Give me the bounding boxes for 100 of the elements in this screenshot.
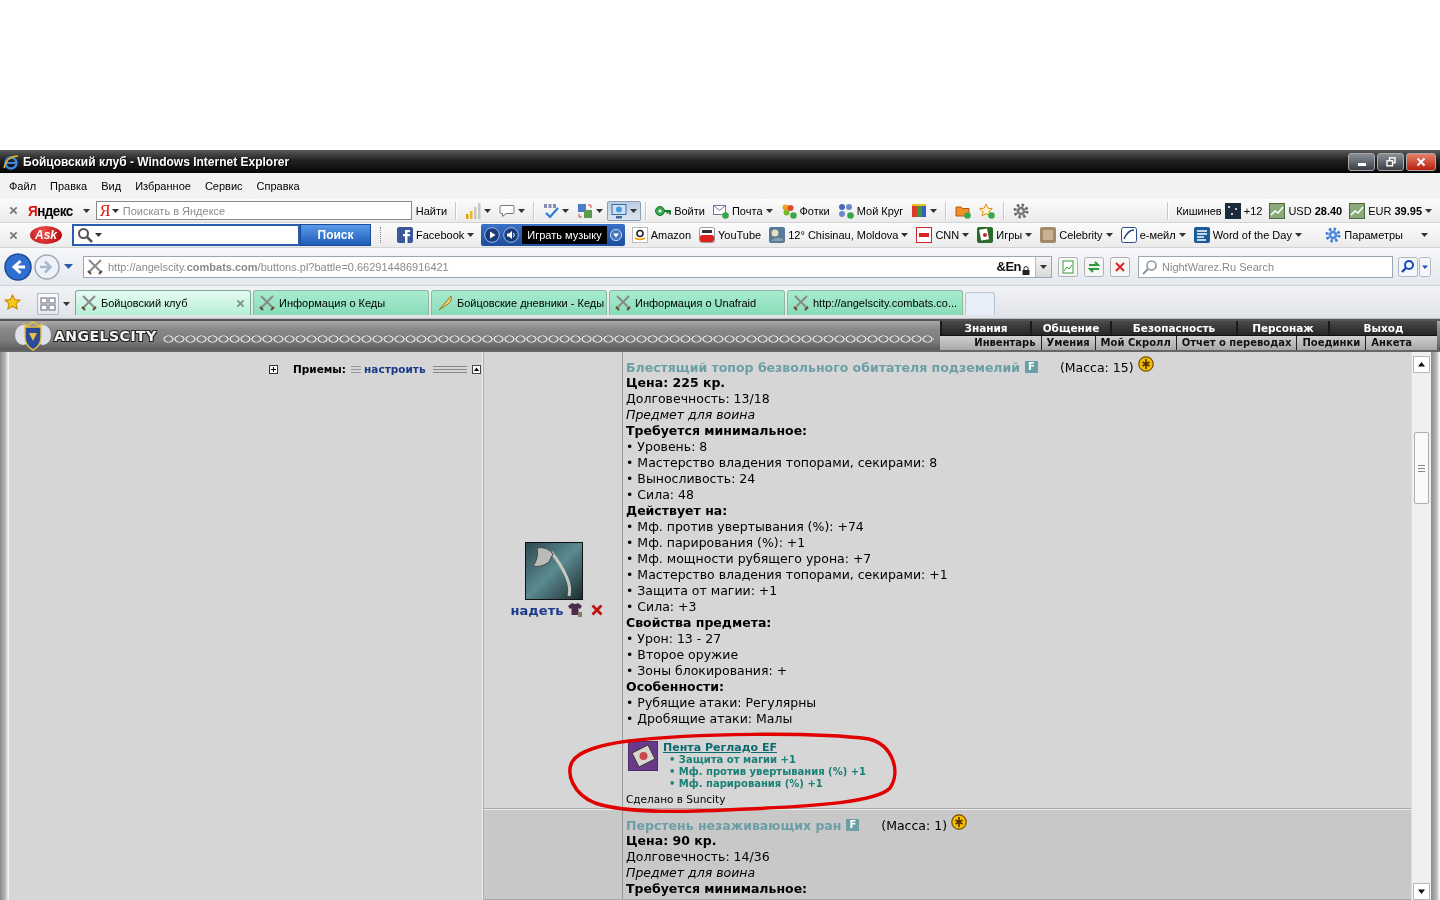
caret-icon[interactable] [1178,233,1186,237]
signal-bars-icon [465,202,482,219]
tab[interactable]: Информация о Unafraid [609,290,785,315]
tab[interactable]: Бойцовский клуб [75,290,251,315]
tab[interactable]: Бойцовские дневники - Кеды [431,290,607,315]
nav-link[interactable]: Отчет о переводах [1175,336,1297,350]
caret-icon[interactable] [1421,233,1428,237]
menu-item[interactable]: Файл [2,176,44,196]
caret-icon[interactable] [82,208,90,213]
rune-link[interactable]: Пента Регладо EF [663,741,777,754]
caret-icon[interactable] [1025,233,1033,237]
menu-item[interactable]: Справка [249,176,307,196]
shirt-icon[interactable] [567,602,584,618]
caret-icon[interactable] [64,264,73,269]
arrow-up-icon[interactable] [471,364,481,374]
toolbar-button[interactable]: YouTube [695,225,766,245]
field-logo: Я [99,202,111,219]
nav-link[interactable]: Мой Скролл [1094,336,1176,350]
toolbar-button[interactable]: Игры [973,225,1037,245]
coin-icon [951,814,968,830]
caret-icon[interactable] [765,208,773,213]
equip-link[interactable]: надеть [510,602,564,618]
toolbar-button[interactable]: Войти [651,200,709,221]
nav-link[interactable]: Инвентарь [969,336,1041,350]
expand-icon[interactable] [269,364,278,374]
search-icon[interactable] [1398,256,1418,277]
tab[interactable]: Информация о Кеды [253,290,429,315]
configure-link[interactable]: настроить [364,363,426,375]
caret-icon[interactable] [484,208,492,213]
back-icon[interactable] [4,252,32,281]
menu-item[interactable]: Избранное [128,176,198,196]
address-field[interactable]: http://angelscity.combats.com/buttons.pl?battle=0.662914486916421 &En [83,255,1052,278]
caret-icon[interactable] [1294,233,1302,237]
stop-icon[interactable] [1110,256,1130,277]
caret-icon[interactable] [95,233,102,237]
search-button[interactable]: Поиск [300,224,371,246]
toolbar-button[interactable]: Celebrity [1036,225,1117,245]
caret-icon[interactable] [62,302,70,306]
toolbar-button[interactable]: Почта [708,200,777,221]
close-icon[interactable] [9,230,18,240]
minimize-button[interactable] [1348,152,1375,171]
play-icon[interactable] [484,227,501,243]
settings-button[interactable]: Параметры [1321,225,1432,245]
caret-icon[interactable] [609,229,622,241]
caret-icon[interactable] [562,208,570,213]
shield-icon [14,320,52,351]
toolbar-button[interactable]: 12° Chisinau, Moldova [765,225,913,245]
toolbar-button[interactable]: Мой Круг [833,200,908,221]
caret-icon[interactable] [467,233,475,237]
close-icon[interactable] [9,206,18,215]
search-field[interactable] [72,224,300,246]
caret-icon[interactable] [1105,233,1113,237]
search-field[interactable]: NightWarez.Ru Search [1138,255,1393,278]
nav-link[interactable]: Умения [1040,336,1095,350]
caret-icon[interactable] [112,208,120,213]
book-icon [1193,227,1210,243]
caret-icon[interactable] [930,208,938,213]
caret-icon[interactable] [1419,256,1431,277]
caret-icon[interactable] [1040,264,1047,269]
nav-link[interactable]: Поединки [1296,336,1366,350]
ask-logo[interactable]: Ask [30,226,62,244]
item-price: Цена: 225 кр. [626,375,727,391]
crossed-swords-icon [615,295,631,311]
monitor-icon [611,202,628,219]
menu-item[interactable]: Сервис [197,176,250,196]
close-icon[interactable] [236,298,245,308]
feather-icon [437,295,453,311]
scrollbar-thumb[interactable] [1414,432,1429,504]
menu-item[interactable]: Правка [43,176,95,196]
toolbar-button[interactable]: CNN [912,225,974,245]
find-button[interactable]: Найти [411,201,452,220]
toolbar-button[interactable]: Фотки [776,200,834,221]
item-class: Предмет для воина [626,407,757,423]
menu-item[interactable]: Вид [94,176,129,196]
caret-icon[interactable] [596,208,604,213]
scroll-down-icon[interactable] [1413,883,1430,900]
tab[interactable]: http://angelscity.combats.co... [787,290,963,315]
restore-button[interactable] [1377,152,1404,171]
delete-icon[interactable] [591,604,604,616]
scroll-up-icon[interactable] [1413,356,1430,373]
caret-icon[interactable] [901,233,909,237]
caret-icon[interactable] [1425,208,1432,213]
caret-icon[interactable] [630,208,638,213]
settings-icon [1325,227,1342,243]
nav-link[interactable]: Анкета [1365,336,1417,350]
toolbar-button[interactable]: Amazon [627,225,695,245]
yandex-logo[interactable]: Яндекс [28,202,73,219]
volume-icon[interactable] [503,227,520,243]
caret-icon[interactable] [962,233,970,237]
toolbar-button[interactable]: Word of the Day [1189,225,1306,245]
dropdown-button[interactable] [1035,256,1051,277]
toolbar-button[interactable]: Facebook [393,225,479,245]
caret-icon[interactable] [518,208,526,213]
language-indicator[interactable]: &En [996,259,1021,274]
close-button[interactable] [1406,152,1436,171]
player-label[interactable]: Играть музыку [522,226,607,244]
crossed-swords-icon [259,295,275,311]
refresh-icon[interactable] [1084,256,1104,277]
toolbar-button[interactable]: e-мейл [1116,225,1190,245]
toolbar-button[interactable] [607,200,642,221]
